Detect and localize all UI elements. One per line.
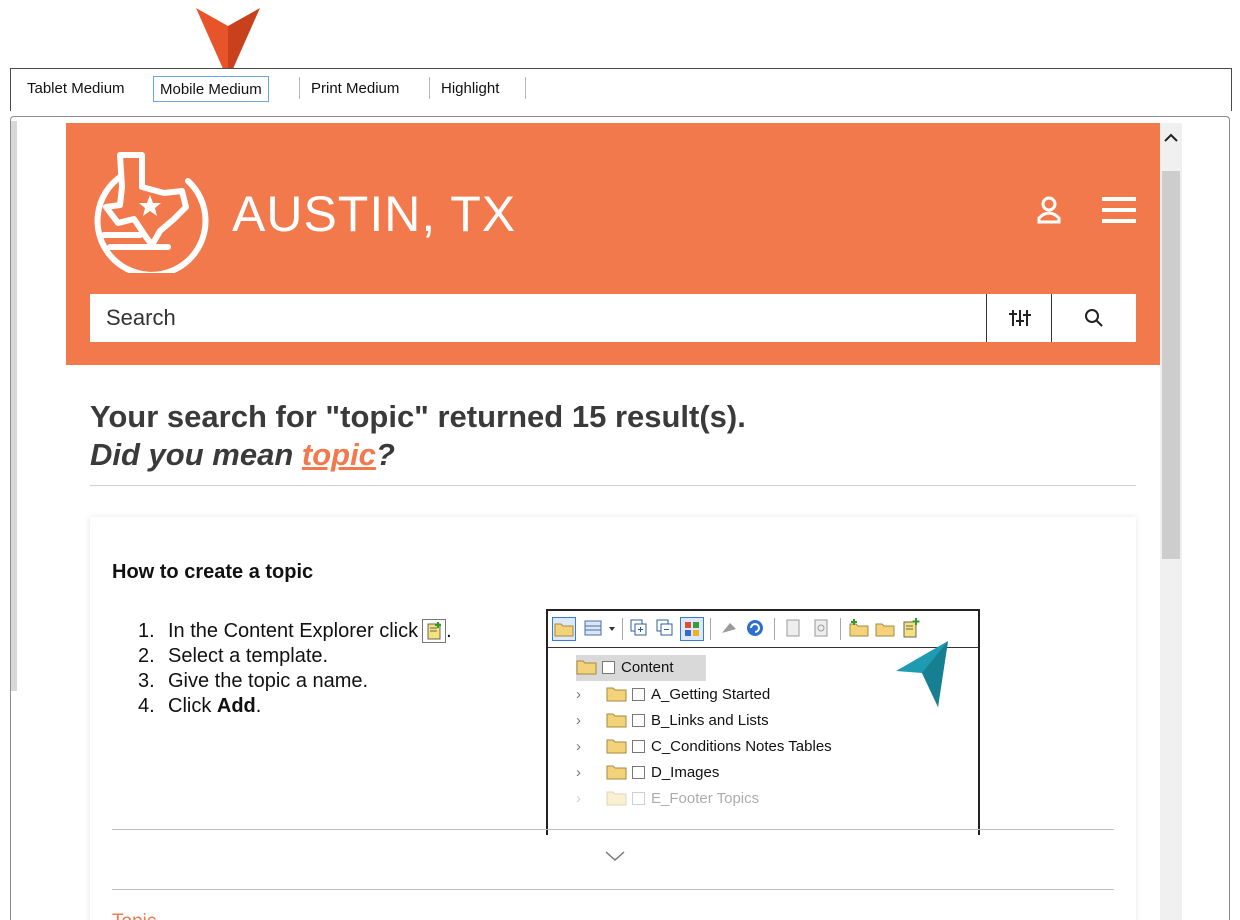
folder-icon xyxy=(606,713,627,728)
grid-view-icon xyxy=(582,617,606,641)
tree-item: › A_Getting Started xyxy=(576,686,771,703)
scroll-up-icon[interactable] xyxy=(1160,123,1182,167)
folder-icon xyxy=(606,739,627,754)
divider xyxy=(90,485,1136,486)
add-folder-icon xyxy=(848,617,872,641)
filter-button[interactable] xyxy=(986,294,1052,342)
tab-separator xyxy=(525,77,526,99)
divider xyxy=(112,829,1114,830)
tab-mobile-medium[interactable]: Mobile Medium xyxy=(153,76,269,102)
add-topic-icon xyxy=(900,617,924,641)
tab-separator xyxy=(429,77,430,99)
folder-icon xyxy=(606,765,627,780)
checkbox xyxy=(602,661,615,674)
list-item: 1. In the Content Explorer click. xyxy=(138,619,452,643)
scroll-thumb[interactable] xyxy=(1162,171,1180,559)
properties-icon xyxy=(782,617,806,641)
add-topic-icon xyxy=(422,619,447,643)
tree-item: › E_Footer Topics xyxy=(576,790,760,807)
tree-item: › D_Images xyxy=(576,764,720,781)
site-header: AUSTIN, TX xyxy=(66,123,1160,365)
texas-map-logo-icon[interactable] xyxy=(90,147,210,273)
dropdown-arrow-icon xyxy=(606,617,618,641)
divider xyxy=(112,889,1114,890)
checkbox xyxy=(632,792,645,805)
preview-icon xyxy=(810,617,834,641)
open-folder-icon xyxy=(576,660,597,675)
folder-icon xyxy=(606,687,627,702)
suggestion-link[interactable]: topic xyxy=(302,437,376,472)
preview-frame: AUSTIN, TX Search Your search for "topic… xyxy=(10,116,1230,920)
tree-item: › B_Links and Lists xyxy=(576,712,769,729)
list-item: 4. Click Add. xyxy=(138,695,262,717)
refresh-icon xyxy=(744,617,768,641)
medium-tab-strip: Tablet Medium Mobile Medium Print Medium… xyxy=(10,68,1232,111)
list-item: 3. Give the topic a name. xyxy=(138,670,369,692)
filter-sliders-icon xyxy=(1009,310,1031,326)
site-title[interactable]: AUSTIN, TX xyxy=(232,185,516,243)
user-icon[interactable] xyxy=(1036,196,1062,224)
folder-icon xyxy=(552,617,576,641)
callout-arrow-icon xyxy=(896,641,948,707)
checkbox xyxy=(632,688,645,701)
hamburger-menu-icon[interactable] xyxy=(1102,197,1136,223)
tiles-icon xyxy=(680,617,704,641)
expand-all-icon xyxy=(628,617,652,641)
tab-tablet-medium[interactable]: Tablet Medium xyxy=(21,76,131,102)
search-bar xyxy=(90,294,1136,342)
list-item: 2. Select a template. xyxy=(138,645,329,667)
magnifier-icon xyxy=(1085,309,1103,327)
left-scroll-strip xyxy=(11,121,17,691)
tree-item: › C_Conditions Notes Tables xyxy=(576,738,832,755)
checkbox xyxy=(632,740,645,753)
search-button[interactable] xyxy=(1052,294,1136,342)
tab-print-medium[interactable]: Print Medium xyxy=(305,76,405,102)
result-card: How to create a topic 1. In the Content E… xyxy=(90,517,1136,920)
checkbox xyxy=(632,766,645,779)
vertical-scrollbar[interactable] xyxy=(1160,123,1182,920)
result-title[interactable]: How to create a topic xyxy=(112,561,313,584)
search-input[interactable] xyxy=(90,294,986,342)
checkbox xyxy=(632,714,645,727)
tree-root: Content xyxy=(576,655,706,681)
steps-list: 1. In the Content Explorer click. 2. Selec… xyxy=(138,619,452,719)
chevron-down-icon[interactable] xyxy=(602,843,628,869)
tab-highlight[interactable]: Highlight xyxy=(435,76,505,102)
preview-page[interactable]: AUSTIN, TX Search Your search for "topic… xyxy=(66,123,1160,920)
folder-icon xyxy=(606,791,627,806)
did-you-mean: Did you mean topic? xyxy=(90,437,395,472)
collapse-all-icon xyxy=(654,617,678,641)
checkin-icon xyxy=(718,617,742,641)
results-heading: Your search for "topic" returned 15 resu… xyxy=(90,399,746,434)
add-folder-icon xyxy=(874,617,898,641)
tab-separator xyxy=(299,77,300,99)
